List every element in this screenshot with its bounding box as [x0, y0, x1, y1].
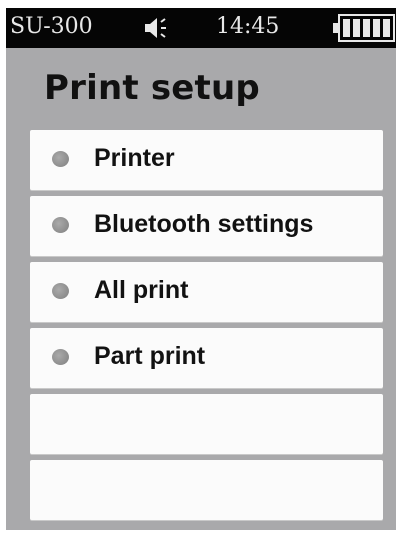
menu-item-label: Part print: [94, 342, 206, 370]
menu-item-bluetooth-settings[interactable]: Bluetooth settings: [30, 196, 383, 256]
status-bar: SU-300 14:45: [6, 8, 396, 48]
battery-full-icon: [333, 14, 395, 42]
bullet-dot-icon: [52, 283, 69, 299]
page-title: Print setup: [44, 68, 260, 108]
menu-item-part-print[interactable]: Part print: [30, 328, 383, 388]
menu-item-empty: [30, 394, 383, 454]
bullet-dot-icon: [52, 151, 69, 167]
bullet-dot-icon: [52, 349, 69, 365]
menu-item-label: All print: [94, 276, 189, 304]
device-model: SU-300: [10, 14, 93, 39]
menu-item-label: Bluetooth settings: [94, 210, 314, 238]
bullet-dot-icon: [52, 217, 69, 233]
clock-time: 14:45: [216, 14, 280, 39]
device-screen: SU-300 14:45 Print setup Printer Bluetoo…: [6, 8, 396, 530]
speaker-volume-icon: [144, 17, 170, 39]
menu-item-printer[interactable]: Printer: [30, 130, 383, 190]
menu-item-label: Printer: [94, 144, 175, 172]
menu-item-all-print[interactable]: All print: [30, 262, 383, 322]
menu-item-empty: [30, 460, 383, 520]
menu-list: Printer Bluetooth settings All print Par…: [30, 130, 383, 521]
